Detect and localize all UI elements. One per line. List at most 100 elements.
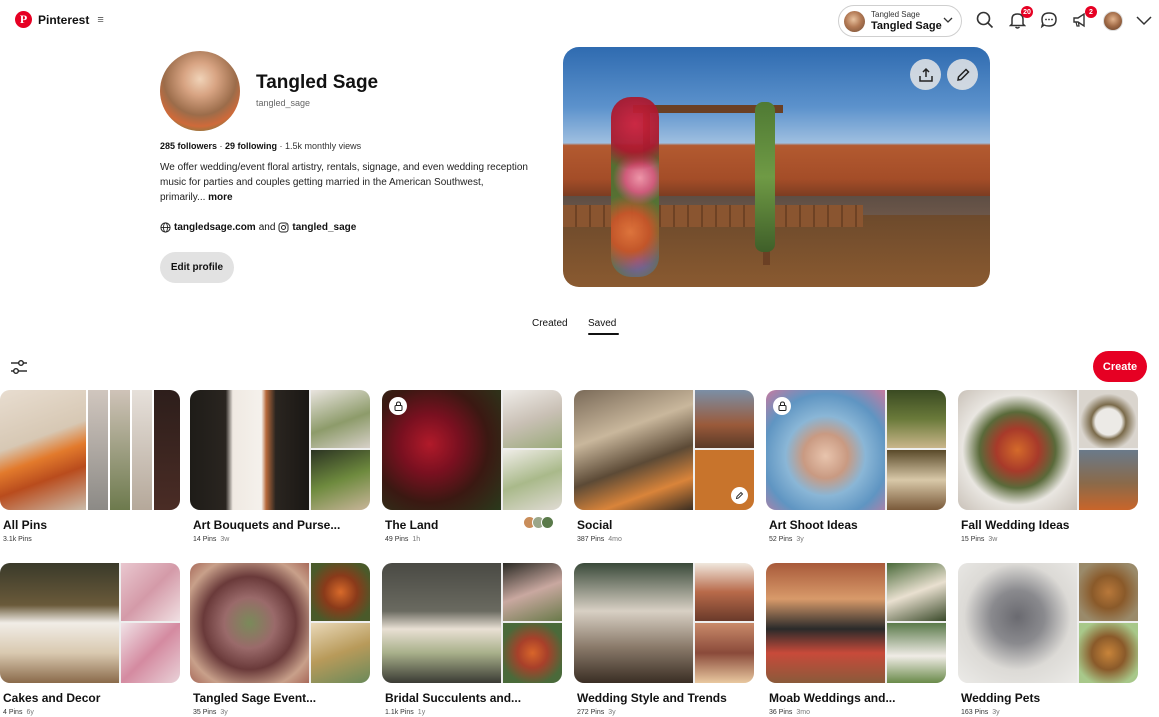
account-avatar <box>844 10 865 32</box>
board-title: Wedding Pets <box>961 691 1041 705</box>
menu-icon[interactable]: ≡ <box>97 14 103 26</box>
board-meta: 163 Pins 3y <box>958 709 1138 716</box>
board-meta: 36 Pins 3mo <box>766 709 946 716</box>
profile-bio: We offer wedding/event floral artistry, … <box>160 160 530 205</box>
board-card[interactable]: Art Bouquets and Purse... 14 Pins 3w <box>190 390 370 543</box>
following-link[interactable]: 29 following <box>225 141 277 151</box>
edit-profile-button[interactable]: Edit profile <box>160 252 234 283</box>
board-cover <box>382 390 562 510</box>
board-cover <box>958 390 1138 510</box>
board-meta: 49 Pins 1h <box>382 536 562 543</box>
board-cover <box>382 563 562 683</box>
board-cover <box>574 390 754 510</box>
board-title: Wedding Style and Trends <box>577 691 727 705</box>
tab-saved[interactable]: Saved <box>588 318 616 329</box>
board-meta: 1.1k Pins 1y <box>382 709 562 716</box>
board-pin-count: 163 Pins <box>961 709 989 716</box>
board-meta: 4 Pins 6y <box>0 709 180 716</box>
cover-flowers <box>611 97 659 277</box>
board-title: Bridal Succulents and... <box>385 691 522 705</box>
create-button[interactable]: Create <box>1093 351 1147 382</box>
board-pin-count: 35 Pins <box>193 709 217 716</box>
tab-created[interactable]: Created <box>532 318 568 329</box>
board-pin-count: 1.1k Pins <box>385 709 414 716</box>
board-card[interactable]: Cakes and Decor 4 Pins 6y <box>0 563 180 716</box>
chevron-down-icon <box>943 17 953 23</box>
board-meta: 3.1k Pins <box>0 536 180 543</box>
lock-icon <box>773 397 791 415</box>
board-age: 3w <box>220 536 230 543</box>
user-avatar[interactable] <box>1103 11 1123 31</box>
profile-stats: 285 followers · 29 following · 1.5k mont… <box>160 141 361 151</box>
instagram-link[interactable]: tangled_sage <box>292 222 356 233</box>
board-card[interactable]: Tangled Sage Event... 35 Pins 3y <box>190 563 370 716</box>
links-and: and <box>258 222 276 233</box>
profile-links: tangledsage.com and tangled_sage <box>160 222 356 233</box>
profile-name: Tangled Sage <box>256 72 379 93</box>
top-bar: P Pinterest ≡ Tangled Sage Tangled Sage … <box>0 0 1159 40</box>
board-card[interactable]: Wedding Pets 163 Pins 3y <box>958 563 1138 716</box>
bio-more-link[interactable]: more <box>208 192 232 203</box>
board-pin-count: 387 Pins <box>577 536 605 543</box>
board-card[interactable]: Fall Wedding Ideas 15 Pins 3w <box>958 390 1138 543</box>
board-meta: 14 Pins 3w <box>190 536 370 543</box>
filter-icon[interactable] <box>10 359 28 375</box>
board-age: 3w <box>988 536 998 543</box>
website-link[interactable]: tangledsage.com <box>174 222 256 233</box>
pinterest-logo[interactable]: P Pinterest ≡ <box>15 11 104 28</box>
board-pin-count: 49 Pins <box>385 536 409 543</box>
board-meta: 15 Pins 3w <box>958 536 1138 543</box>
globe-icon <box>160 222 171 233</box>
profile-handle: tangled_sage <box>256 98 311 108</box>
collaborator-avatars <box>523 516 554 529</box>
cover-flowers <box>755 102 775 252</box>
board-title: Cakes and Decor <box>3 691 101 705</box>
board-title: Social <box>577 518 613 532</box>
board-pin-count: 4 Pins <box>3 709 23 716</box>
board-age: 3mo <box>796 709 810 716</box>
chevron-down-icon[interactable] <box>1136 14 1152 26</box>
account-switcher[interactable]: Tangled Sage Tangled Sage <box>838 5 962 37</box>
monthly-views: 1.5k monthly views <box>285 141 362 151</box>
pencil-icon <box>956 67 970 81</box>
board-card[interactable]: Wedding Style and Trends 272 Pins 3y <box>574 563 754 716</box>
search-icon[interactable] <box>975 10 995 30</box>
brand-name: Pinterest <box>38 12 90 27</box>
board-meta: 35 Pins 3y <box>190 709 370 716</box>
board-pin-count: 14 Pins <box>193 536 217 543</box>
board-card[interactable]: The Land 49 Pins 1h <box>382 390 562 543</box>
active-tab-indicator <box>588 333 619 335</box>
notifications-button[interactable]: 20 <box>1007 6 1033 30</box>
messages-icon[interactable] <box>1039 10 1059 30</box>
profile-avatar <box>160 51 240 131</box>
board-cover <box>0 563 180 683</box>
lock-icon <box>389 397 407 415</box>
board-title: Moab Weddings and... <box>769 691 896 705</box>
board-cover <box>574 563 754 683</box>
board-card[interactable]: Art Shoot Ideas 52 Pins 3y <box>766 390 946 543</box>
board-cover <box>958 563 1138 683</box>
board-card[interactable]: All Pins 3.1k Pins <box>0 390 180 543</box>
share-button[interactable] <box>910 59 941 90</box>
board-pin-count: 36 Pins <box>769 709 793 716</box>
board-pin-count: 15 Pins <box>961 536 985 543</box>
updates-button[interactable]: 2 <box>1071 6 1097 30</box>
board-cover <box>766 390 946 510</box>
board-card[interactable]: Bridal Succulents and... 1.1k Pins 1y <box>382 563 562 716</box>
board-card[interactable]: Moab Weddings and... 36 Pins 3mo <box>766 563 946 716</box>
stats-separator: · <box>277 141 286 151</box>
followers-link[interactable]: 285 followers <box>160 141 217 151</box>
board-meta: 272 Pins 3y <box>574 709 754 716</box>
updates-badge: 2 <box>1085 6 1097 18</box>
board-pin-count: 3.1k Pins <box>3 536 32 543</box>
pencil-icon[interactable] <box>731 487 748 504</box>
instagram-icon <box>278 222 289 233</box>
board-card[interactable]: Social 387 Pins 4mo <box>574 390 754 543</box>
edit-cover-button[interactable] <box>947 59 978 90</box>
board-title: Fall Wedding Ideas <box>961 518 1070 532</box>
pinterest-logo-icon: P <box>15 11 32 28</box>
board-age: 4mo <box>608 536 622 543</box>
cover-deck <box>563 205 863 227</box>
board-cover <box>190 563 370 683</box>
board-cover <box>190 390 370 510</box>
